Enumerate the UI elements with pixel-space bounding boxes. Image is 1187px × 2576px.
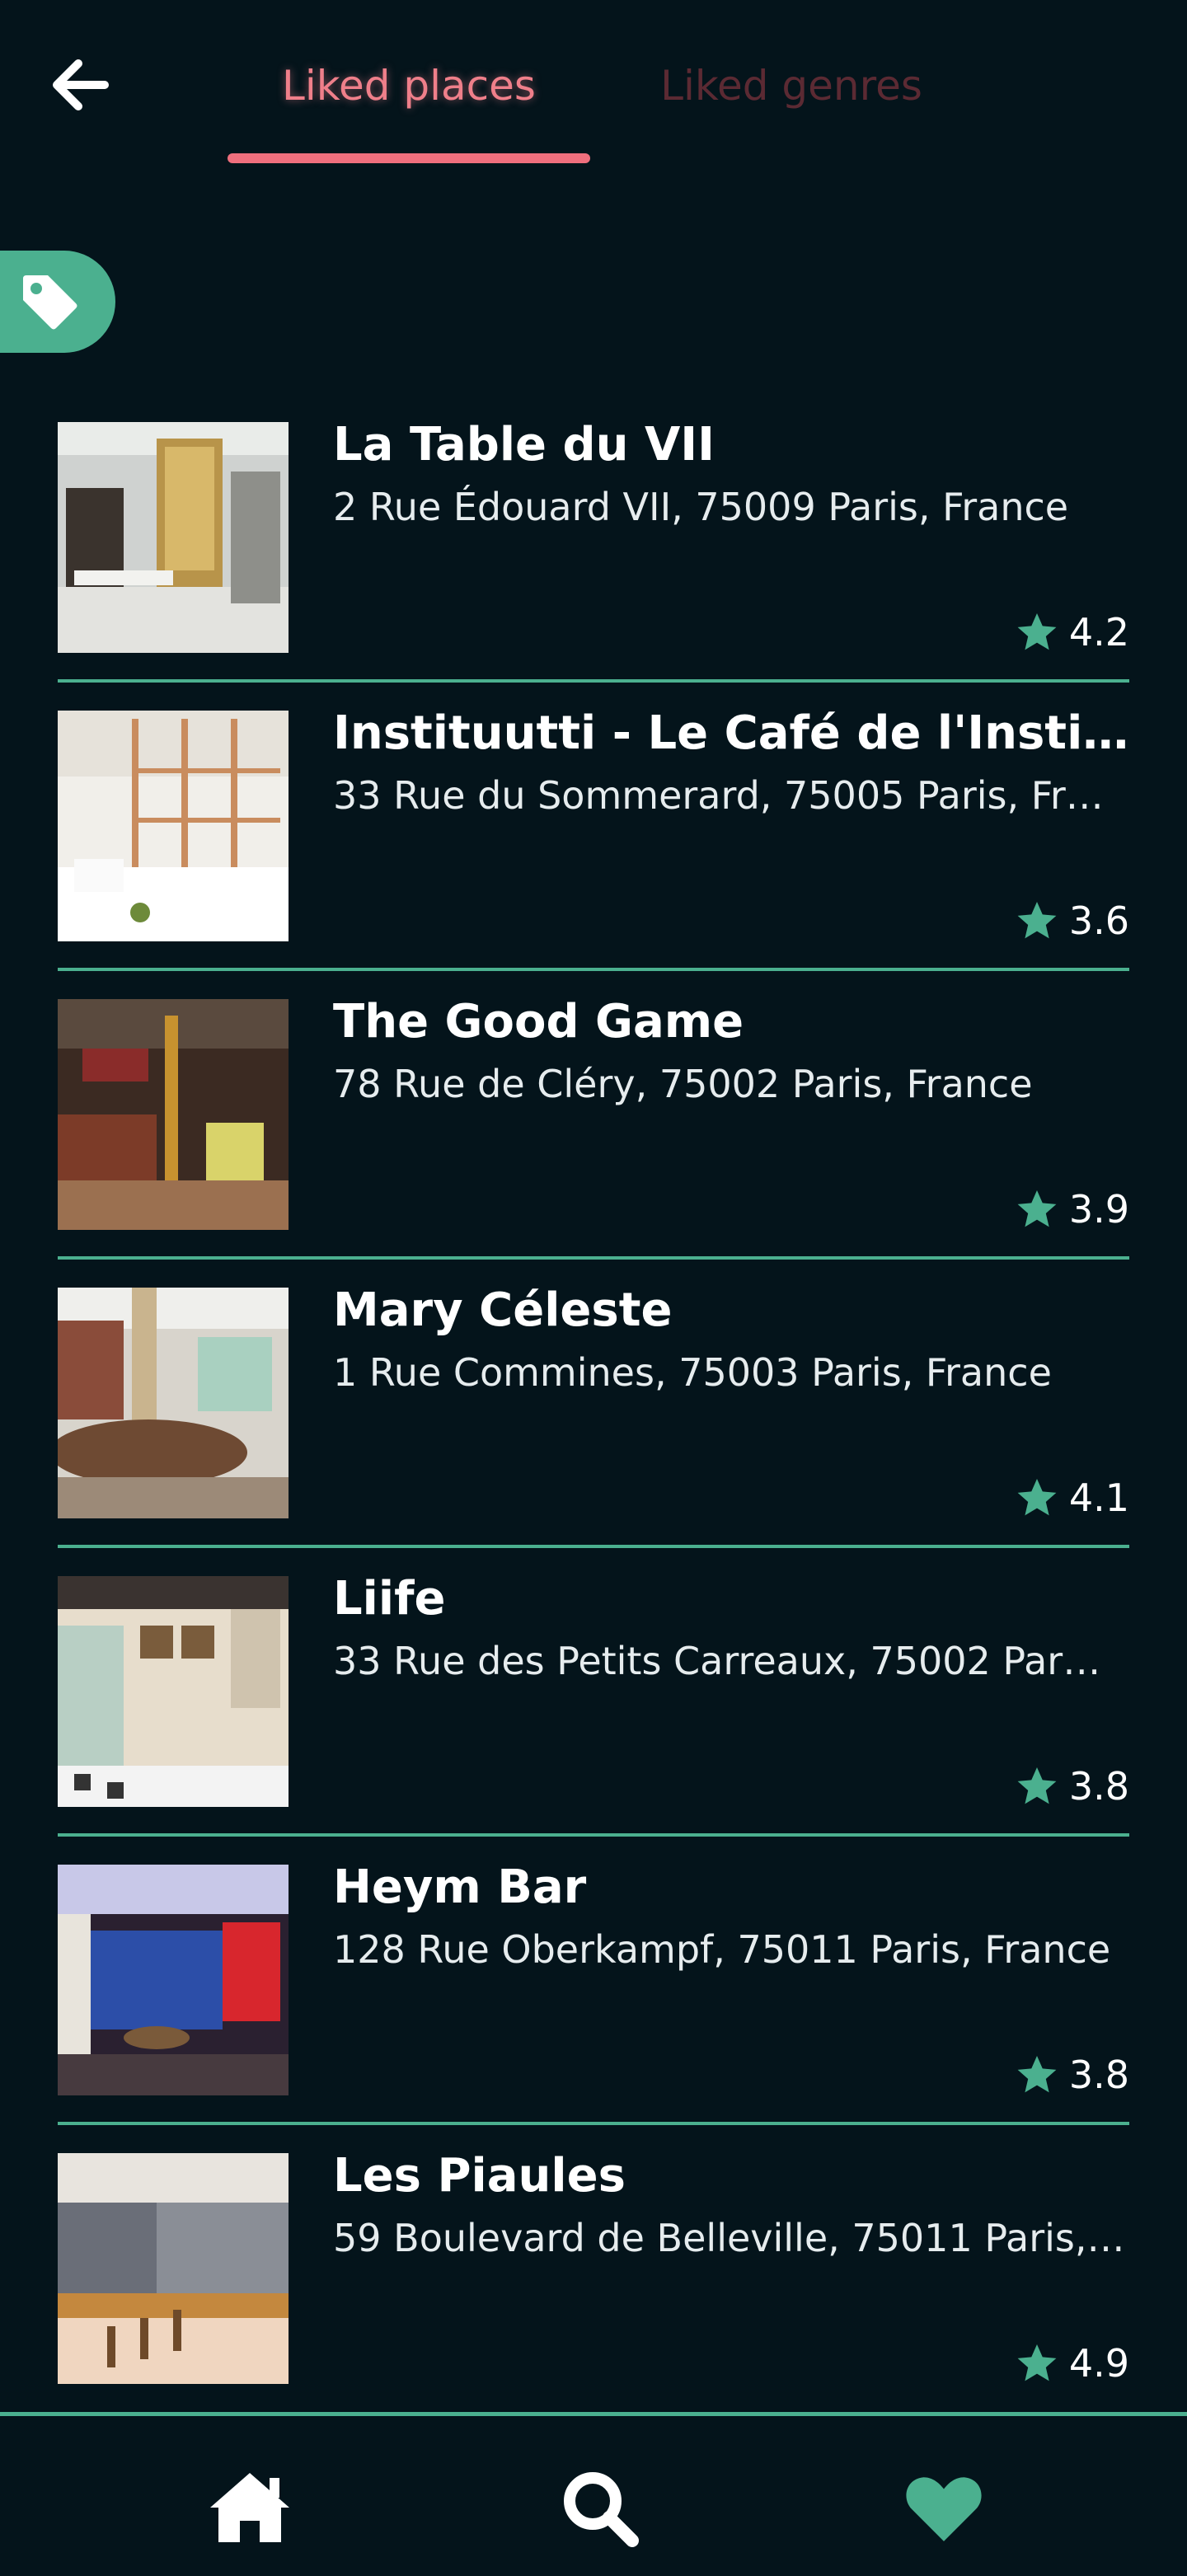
nav-liked-button[interactable]	[898, 2462, 989, 2553]
place-item[interactable]: La Table du VII 2 Rue Édouard VII, 75009…	[58, 412, 1129, 701]
divider	[58, 679, 1129, 683]
nav-home-button[interactable]	[204, 2462, 295, 2553]
nav-search-button[interactable]	[554, 2462, 645, 2553]
filter-tag-button[interactable]	[0, 251, 115, 353]
star-icon	[1017, 1767, 1057, 1804]
divider	[58, 1256, 1129, 1260]
divider	[58, 1545, 1129, 1548]
place-address: 1 Rue Commines, 75003 Paris, France	[333, 1350, 1052, 1395]
place-address: 2 Rue Édouard VII, 75009 Paris, France	[333, 485, 1069, 529]
divider	[58, 968, 1129, 971]
place-name: The Good Game	[333, 995, 744, 1049]
place-photo	[58, 999, 289, 1230]
place-name: Heym Bar	[333, 1860, 587, 1914]
place-item[interactable]: Liife 33 Rue des Petits Carreaux, 75002 …	[58, 1566, 1129, 1855]
place-item[interactable]: Les Piaules 59 Boulevard de Belleville, …	[58, 2143, 1129, 2432]
heart-icon	[906, 2477, 982, 2541]
tab-liked-places[interactable]: Liked places	[228, 53, 590, 127]
place-rating: 3.9	[1015, 1180, 1129, 1238]
place-item[interactable]: Mary Céleste 1 Rue Commines, 75003 Paris…	[58, 1278, 1129, 1566]
place-photo	[58, 2153, 289, 2384]
place-rating: 4.2	[1015, 603, 1129, 661]
tab-liked-genres[interactable]: Liked genres	[626, 53, 956, 127]
rating-value: 3.9	[1068, 1187, 1129, 1232]
place-name: Liife	[333, 1572, 446, 1626]
place-name: Mary Céleste	[333, 1283, 673, 1337]
place-item[interactable]: Heym Bar 128 Rue Oberkampf, 75011 Paris,…	[58, 1855, 1129, 2143]
place-name: Les Piaules	[333, 2149, 626, 2203]
rating-value: 4.1	[1068, 1476, 1129, 1520]
place-rating: 3.8	[1015, 1757, 1129, 1815]
rating-value: 3.8	[1068, 2053, 1129, 2097]
place-address: 33 Rue du Sommerard, 75005 Paris, Fr…	[333, 773, 1104, 818]
star-icon	[1017, 1479, 1057, 1516]
top-bar: Liked places Liked genres	[0, 0, 1187, 181]
star-icon	[1017, 1190, 1057, 1227]
active-tab-indicator	[228, 153, 590, 163]
place-photo	[58, 1288, 289, 1518]
place-rating: 3.6	[1015, 892, 1129, 950]
place-photo	[58, 711, 289, 941]
place-photo	[58, 422, 289, 653]
rating-value: 4.9	[1068, 2341, 1129, 2386]
place-rating: 4.1	[1015, 1469, 1129, 1527]
search-icon	[564, 2472, 639, 2547]
place-address: 128 Rue Oberkampf, 75011 Paris, France	[333, 1927, 1111, 1972]
place-photo	[58, 1576, 289, 1807]
star-icon	[1017, 2056, 1057, 2093]
place-rating: 3.8	[1015, 2046, 1129, 2104]
rating-value: 3.6	[1068, 899, 1129, 943]
place-address: 59 Boulevard de Belleville, 75011 Paris,…	[333, 2216, 1125, 2260]
back-button[interactable]	[43, 48, 117, 122]
star-icon	[1017, 613, 1057, 650]
place-item[interactable]: The Good Game 78 Rue de Cléry, 75002 Par…	[58, 989, 1129, 1278]
star-icon	[1017, 2344, 1057, 2381]
place-name: Instituutti - Le Café de l'Institut…	[333, 706, 1129, 760]
place-rating: 4.9	[1015, 2334, 1129, 2392]
place-item[interactable]: Instituutti - Le Café de l'Institut… 33 …	[58, 701, 1129, 989]
divider	[58, 1833, 1129, 1837]
star-icon	[1017, 902, 1057, 939]
place-address: 78 Rue de Cléry, 75002 Paris, France	[333, 1062, 1033, 1106]
place-address: 33 Rue des Petits Carreaux, 75002 Par…	[333, 1639, 1101, 1683]
rating-value: 4.2	[1068, 610, 1129, 655]
place-name: La Table du VII	[333, 418, 715, 472]
tag-icon	[23, 275, 77, 330]
place-photo	[58, 1865, 289, 2095]
rating-value: 3.8	[1068, 1764, 1129, 1809]
divider	[58, 2122, 1129, 2125]
bottom-navigation	[0, 2412, 1187, 2576]
arrow-left-icon	[53, 59, 109, 110]
home-icon	[210, 2473, 289, 2542]
